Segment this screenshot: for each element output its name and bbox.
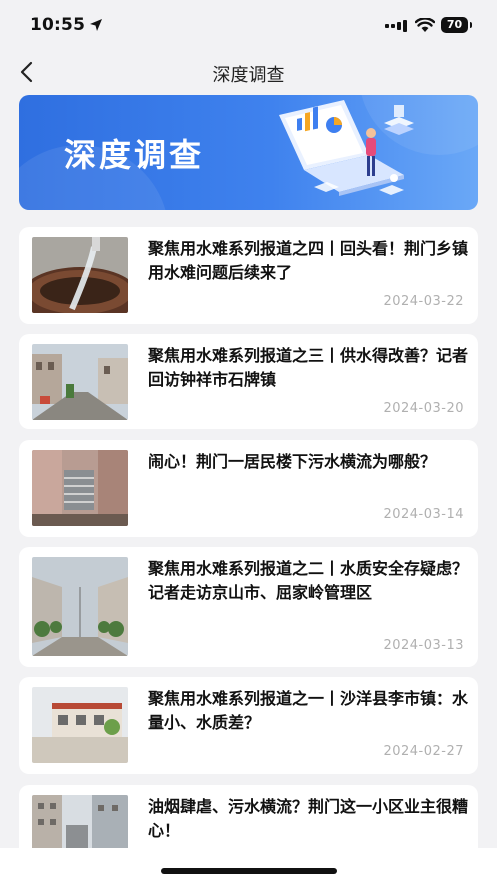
banner[interactable]: 深度调查 <box>19 95 478 210</box>
wifi-icon <box>415 18 435 32</box>
battery-tip <box>470 22 472 28</box>
laptop-analytics-illustration <box>279 100 414 196</box>
article-title: 聚焦用水难系列报道之一丨沙洋县李市镇：水量小、水质差？ <box>148 689 469 732</box>
list-item[interactable]: 聚焦用水难系列报道之一丨沙洋县李市镇：水量小、水质差？ 2024-02-27 <box>19 677 478 774</box>
article-title: 聚焦用水难系列报道之三丨供水得改善？记者回访钟祥市石牌镇 <box>148 346 469 389</box>
article-title: 聚焦用水难系列报道之四丨回头看！荆门乡镇用水难问题后续来了 <box>148 239 469 282</box>
list-item[interactable]: 闹心！荆门一居民楼下污水横流为哪般？ 2024-03-14 <box>19 440 478 537</box>
status-time: 10:55 <box>30 15 86 35</box>
article-date: 2024-03-20 <box>383 401 464 416</box>
article-thumbnail <box>32 450 128 526</box>
banner-title: 深度调查 <box>64 136 205 174</box>
cellular-signal-icon <box>385 20 407 32</box>
article-date: 2024-03-22 <box>383 294 464 309</box>
home-indicator[interactable] <box>161 868 337 874</box>
list-item[interactable]: 聚焦用水难系列报道之三丨供水得改善？记者回访钟祥市石牌镇 2024-03-20 <box>19 334 478 429</box>
article-thumbnail <box>32 237 128 313</box>
article-thumbnail <box>32 687 128 763</box>
battery-indicator: 70 <box>441 17 468 33</box>
page-title: 深度调查 <box>212 65 285 86</box>
article-title: 聚焦用水难系列报道之二丨水质安全存疑虑？记者走访京山市、屈家岭管理区 <box>148 559 469 602</box>
bottom-bar <box>0 848 497 883</box>
list-item[interactable]: 聚焦用水难系列报道之四丨回头看！荆门乡镇用水难问题后续来了 2024-03-22 <box>19 227 478 324</box>
nav-bar: 深度调查 <box>0 50 497 94</box>
article-date: 2024-03-14 <box>383 507 464 522</box>
article-thumbnail[interactable] <box>32 557 128 656</box>
article-title: 油烟肆虐、污水横流？荆门这一小区业主很糟心！ <box>148 797 469 840</box>
status-bar: 10:55 70 <box>0 0 497 50</box>
article-title: 闹心！荆门一居民楼下污水横流为哪般？ <box>148 452 437 471</box>
article-date: 2024-02-27 <box>383 744 464 759</box>
article-thumbnail <box>32 344 128 420</box>
list-item[interactable]: 聚焦用水难系列报道之二丨水质安全存疑虑？记者走访京山市、屈家岭管理区 2024-… <box>19 547 478 667</box>
article-date: 2024-03-13 <box>383 638 464 653</box>
location-arrow-icon <box>90 19 102 31</box>
